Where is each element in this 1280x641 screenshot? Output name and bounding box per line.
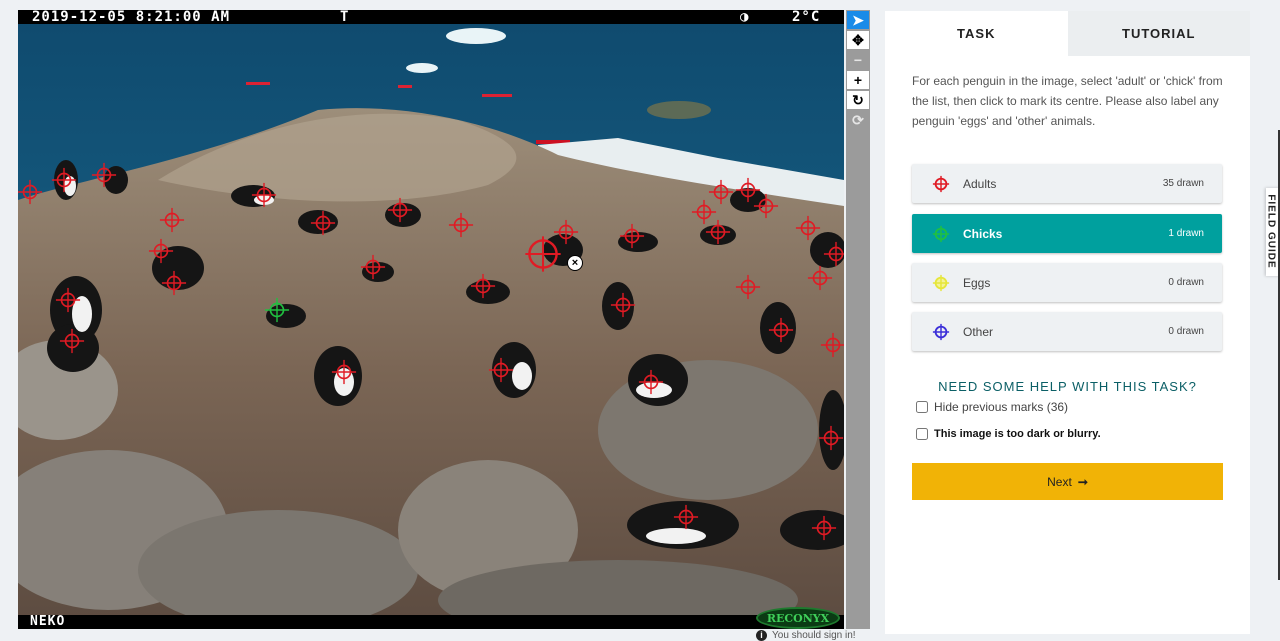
tool-eggs-count: 0 drawn xyxy=(1168,277,1204,288)
adult-mark[interactable] xyxy=(818,425,844,451)
hide-marks-option[interactable]: Hide previous marks (36) xyxy=(916,400,1068,414)
zoom-out-icon[interactable]: − xyxy=(847,51,869,69)
tool-adults-button[interactable]: Adults 35 drawn xyxy=(912,164,1222,203)
adult-mark[interactable] xyxy=(820,332,844,358)
tool-chicks-count: 1 drawn xyxy=(1168,228,1204,239)
tool-adults-label: Adults xyxy=(963,176,997,191)
adult-mark[interactable] xyxy=(811,515,837,541)
adult-mark[interactable] xyxy=(310,210,336,236)
adult-mark[interactable] xyxy=(610,292,636,318)
next-button[interactable]: Next ➞ xyxy=(912,463,1223,500)
signin-notice[interactable]: i You should sign in! xyxy=(756,630,856,641)
adult-mark[interactable] xyxy=(488,357,514,383)
camera-info-bar: 2019-12-05 8:21:00 AM T ◑ 2°C xyxy=(18,10,844,24)
tool-chicks-button[interactable]: Chicks 1 drawn xyxy=(912,214,1222,253)
adult-mark[interactable] xyxy=(18,179,43,205)
camera-name: NEKO xyxy=(30,614,66,629)
too-dark-option[interactable]: This image is too dark or blurry. xyxy=(916,428,1101,440)
task-panel: TASK TUTORIAL For each penguin in the im… xyxy=(885,11,1250,634)
tab-task[interactable]: TASK xyxy=(885,11,1068,56)
adult-mark[interactable] xyxy=(753,193,779,219)
photo-temperature: 2°C xyxy=(792,10,821,25)
adult-mark[interactable] xyxy=(638,369,664,395)
move-icon[interactable]: ✥ xyxy=(847,31,869,49)
adult-mark[interactable] xyxy=(251,182,277,208)
adult-mark[interactable] xyxy=(55,287,81,313)
adult-mark[interactable] xyxy=(331,359,357,385)
adult-mark[interactable] xyxy=(768,317,794,343)
subject-viewer[interactable]: 2019-12-05 8:21:00 AM T ◑ 2°C NEKO RECON… xyxy=(18,10,844,629)
adult-mark[interactable] xyxy=(161,270,187,296)
photo-trigger-label: T xyxy=(340,10,350,25)
tool-other-count: 0 drawn xyxy=(1168,326,1204,337)
adult-mark[interactable] xyxy=(159,207,185,233)
image-toolbar: ➤ ✥ − + ↻ ⟳ xyxy=(846,10,870,629)
arrow-right-icon: ➞ xyxy=(1077,474,1088,489)
signin-text: You should sign in! xyxy=(772,630,856,641)
rotate-icon[interactable]: ↻ xyxy=(847,91,869,109)
pointer-icon[interactable]: ➤ xyxy=(847,11,869,29)
tool-other-label: Other xyxy=(963,324,994,339)
adult-mark[interactable] xyxy=(448,212,474,238)
info-icon: i xyxy=(756,630,767,641)
tab-tutorial[interactable]: TUTORIAL xyxy=(1067,11,1250,56)
adult-mark[interactable] xyxy=(51,167,77,193)
too-dark-label: This image is too dark or blurry. xyxy=(934,428,1101,440)
next-label: Next xyxy=(1047,474,1072,489)
adult-mark[interactable] xyxy=(705,219,731,245)
adult-mark[interactable] xyxy=(148,238,174,264)
adult-mark[interactable] xyxy=(59,328,85,354)
adult-mark[interactable] xyxy=(91,162,117,188)
adult-mark[interactable] xyxy=(360,254,386,280)
tool-eggs-button[interactable]: Eggs 0 drawn xyxy=(912,263,1222,302)
zoom-in-icon[interactable]: + xyxy=(847,71,869,89)
tool-eggs-label: Eggs xyxy=(963,275,991,290)
adult-mark[interactable] xyxy=(673,504,699,530)
crosshair-icon xyxy=(932,225,950,243)
adult-mark[interactable] xyxy=(735,274,761,300)
hide-marks-label: Hide previous marks (36) xyxy=(934,400,1069,414)
task-instructions: For each penguin in the image, select 'a… xyxy=(912,74,1223,128)
adult-mark[interactable] xyxy=(470,273,496,299)
adult-mark[interactable] xyxy=(795,215,821,241)
adult-mark[interactable] xyxy=(823,241,844,267)
tool-adults-count: 35 drawn xyxy=(1162,178,1204,189)
task-tabs: TASK TUTORIAL xyxy=(885,11,1250,56)
crosshair-icon xyxy=(932,274,950,292)
photo-timestamp: 2019-12-05 8:21:00 AM xyxy=(32,10,231,25)
adult-mark[interactable] xyxy=(807,265,833,291)
half-moon-icon: ◑ xyxy=(740,10,750,25)
tool-chicks-label: Chicks xyxy=(963,226,1003,241)
photo-canvas xyxy=(18,10,844,629)
selected-adult-mark[interactable] xyxy=(524,235,562,273)
delete-mark-button[interactable]: × xyxy=(567,255,583,271)
adult-mark[interactable] xyxy=(387,197,413,223)
crosshair-icon xyxy=(932,175,950,193)
chick-mark[interactable] xyxy=(264,297,290,323)
adult-mark[interactable] xyxy=(708,179,734,205)
camera-footer-bar: NEKO xyxy=(18,615,844,629)
help-link[interactable]: NEED SOME HELP WITH THIS TASK? xyxy=(885,379,1250,394)
tool-other-button[interactable]: Other 0 drawn xyxy=(912,312,1222,351)
hide-marks-checkbox[interactable] xyxy=(916,401,928,413)
field-guide-label: FIELD GUIDE xyxy=(1266,194,1277,269)
reset-icon[interactable]: ⟳ xyxy=(847,111,869,129)
too-dark-checkbox[interactable] xyxy=(916,428,928,440)
penguin-camera-photo[interactable] xyxy=(18,10,844,629)
reconyx-logo: RECONYX xyxy=(756,607,840,629)
crosshair-icon xyxy=(932,323,950,341)
adult-mark[interactable] xyxy=(619,223,645,249)
